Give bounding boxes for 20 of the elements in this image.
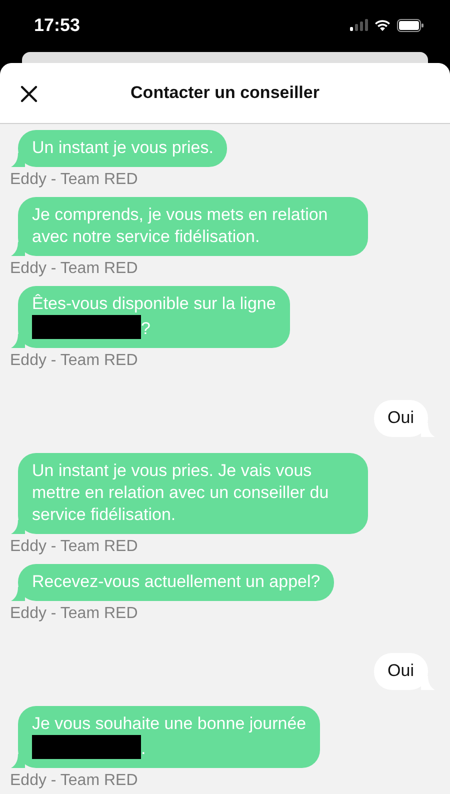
status-time: 17:53 [34,14,80,36]
sender-label: Eddy - Team RED [10,171,138,189]
close-icon[interactable] [18,83,40,105]
message-bubble: Je vous souhaite une bonne journée . [18,706,320,768]
sender-label: Eddy - Team RED [10,538,138,556]
message-bubble: Un instant je vous pries. [18,130,228,167]
wifi-icon [374,19,391,31]
sender-label: Eddy - Team RED [10,605,138,623]
header-title: Contacter un conseiller [130,83,320,103]
message-bubble: Êtes-vous disponible sur la ligne ? [18,286,290,348]
sender-label: Eddy - Team RED [10,352,138,370]
message-bubble: Recevez-vous actuellement un appel? [18,564,334,601]
message-bubble: Un instant je vous pries. Je vais vous mettre en relation avec un conseiller du service fidélisation. [18,453,368,534]
message-bubble: Oui [374,400,428,437]
signal-icon [350,19,368,31]
message-bubble: Je comprends, je vous mets en relation avec notre service fidélisation. [18,197,368,256]
battery-icon [397,18,424,32]
sender-label: Eddy - Team RED [10,260,138,278]
sender-label: Eddy - Team RED [10,772,138,790]
message-bubble: Oui [374,653,428,690]
